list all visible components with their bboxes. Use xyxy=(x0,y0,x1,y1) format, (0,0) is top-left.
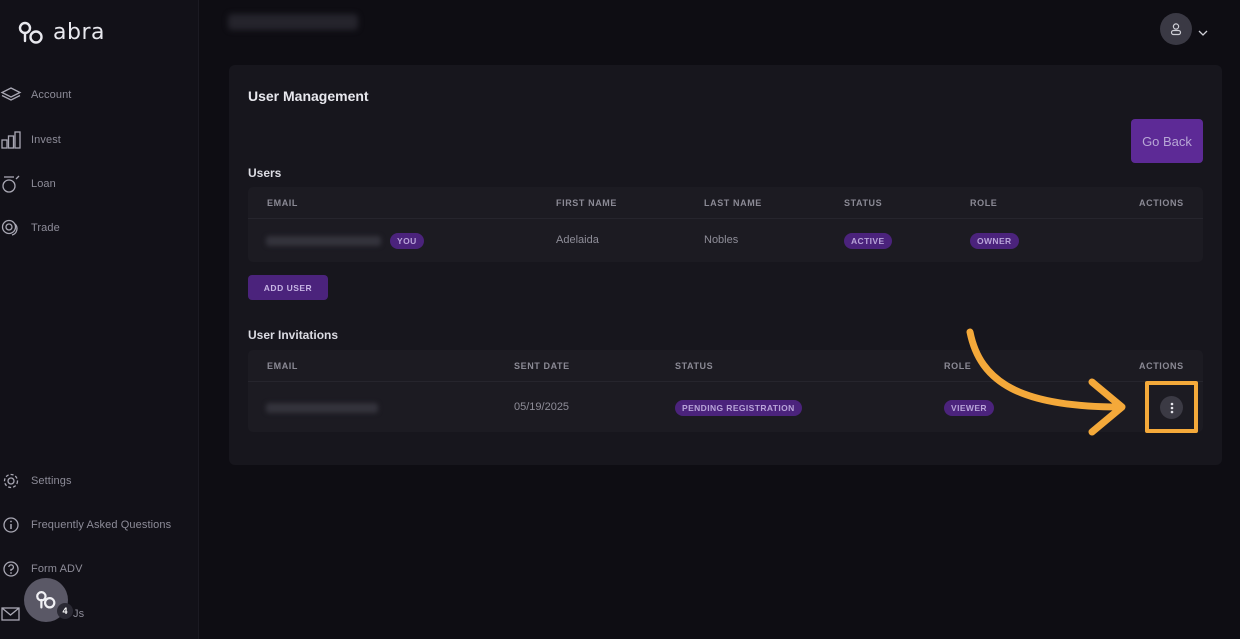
role-badge: OWNER xyxy=(970,233,1019,249)
column-header: ACTIONS xyxy=(1139,198,1184,208)
info-icon xyxy=(3,517,19,533)
sidebar-item-label: Js xyxy=(73,608,85,620)
coins-icon xyxy=(1,219,18,236)
status-badge: PENDING REGISTRATION xyxy=(675,400,802,416)
sidebar-item-label: Settings xyxy=(31,475,72,487)
bar-chart-icon xyxy=(1,131,21,149)
last-name-cell: Nobles xyxy=(704,234,739,246)
add-user-button[interactable]: ADD USER xyxy=(248,275,328,300)
gear-icon xyxy=(3,473,19,489)
invitations-section-title: User Invitations xyxy=(248,328,339,342)
sidebar-item-trade[interactable]: Trade xyxy=(0,218,60,238)
users-table-header: EMAIL FIRST NAME LAST NAME STATUS ROLE A… xyxy=(248,187,1203,219)
first-name-cell: Adelaida xyxy=(556,234,599,246)
abra-logo-icon xyxy=(18,21,43,44)
sidebar-item-settings[interactable]: Settings xyxy=(0,471,72,491)
go-back-button[interactable]: Go Back xyxy=(1131,119,1203,163)
brand-name: abra xyxy=(53,20,105,45)
sidebar-item-loan[interactable]: Loan xyxy=(0,174,56,194)
chevron-down-icon[interactable] xyxy=(1197,28,1209,38)
user-avatar-button[interactable] xyxy=(1160,13,1192,45)
abra-chat-icon xyxy=(36,591,56,609)
loan-icon xyxy=(2,175,20,193)
sidebar: abra Account Invest Loan Trade Settings … xyxy=(0,0,199,639)
sidebar-item-label: Invest xyxy=(31,134,61,146)
sidebar-item-label: Loan xyxy=(31,178,56,190)
sidebar-item-label: Trade xyxy=(31,222,60,234)
sidebar-item-form-adv[interactable]: Form ADV xyxy=(0,559,83,579)
sidebar-item-label: Form ADV xyxy=(31,563,83,575)
users-section-title: Users xyxy=(248,166,282,180)
sidebar-item-label: Account xyxy=(31,89,72,101)
brand-logo[interactable]: abra xyxy=(18,20,105,45)
user-icon xyxy=(1170,23,1182,36)
column-header: FIRST NAME xyxy=(556,198,617,208)
sidebar-item-faq[interactable]: Frequently Asked Questions xyxy=(0,515,171,535)
sent-date-cell: 05/19/2025 xyxy=(514,401,570,413)
mail-icon xyxy=(1,607,20,621)
users-table: EMAIL FIRST NAME LAST NAME STATUS ROLE A… xyxy=(248,187,1203,262)
email-value-redacted xyxy=(266,403,378,413)
column-header: SENT DATE xyxy=(514,361,570,371)
column-header: EMAIL xyxy=(267,361,298,371)
curved-arrow-icon xyxy=(966,328,1126,436)
help-icon xyxy=(3,561,19,577)
email-value-redacted xyxy=(266,236,381,246)
column-header: STATUS xyxy=(844,198,883,208)
column-header: LAST NAME xyxy=(704,198,762,208)
sidebar-item-account[interactable]: Account xyxy=(0,85,71,105)
you-badge: YOU xyxy=(390,233,424,249)
status-badge: ACTIVE xyxy=(844,233,892,249)
column-header: STATUS xyxy=(675,361,714,371)
column-header: ROLE xyxy=(970,198,998,208)
column-header: EMAIL xyxy=(267,198,298,208)
layers-icon xyxy=(0,87,22,101)
sidebar-item-label: Frequently Asked Questions xyxy=(31,519,172,531)
page-title: User Management xyxy=(248,88,369,104)
blurred-header-text xyxy=(228,14,358,30)
sidebar-item-invest[interactable]: Invest xyxy=(0,130,61,150)
chat-unread-badge: 4 xyxy=(57,603,73,619)
